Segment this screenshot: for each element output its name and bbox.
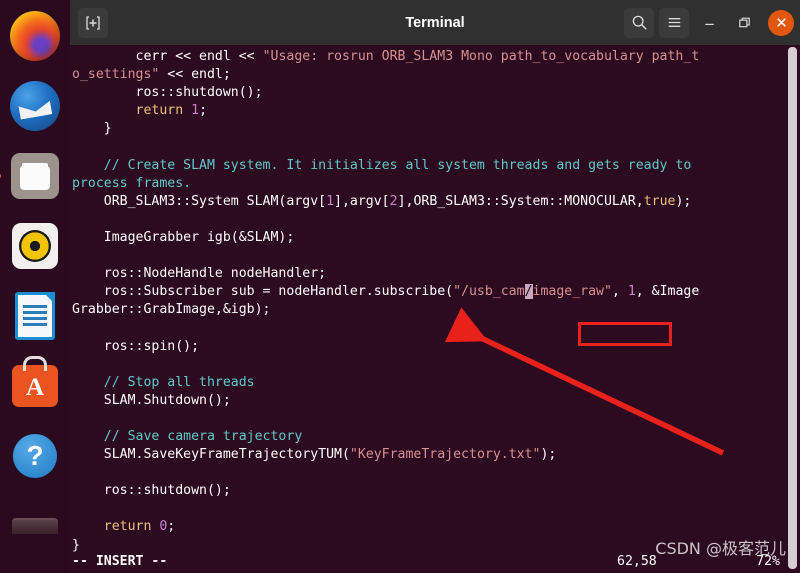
code-token: ImageGrabber igb(&SLAM); (103, 229, 295, 245)
code-token: 2 (389, 193, 398, 209)
code-token: ros::Subscriber sub = nodeHandler.subscr… (103, 284, 454, 300)
code-token: Grabber::GrabImage,&igb); (72, 302, 271, 318)
code-token: ],ORB_SLAM3::System::MONOCULAR, (397, 193, 644, 209)
maximize-button[interactable] (729, 8, 759, 38)
search-button[interactable] (624, 7, 654, 38)
code-token: ros::shutdown(); (135, 85, 263, 101)
hamburger-menu-icon (668, 18, 680, 27)
scrollbar-thumb[interactable] (788, 47, 797, 569)
minimize-icon (704, 23, 714, 25)
terminal-body[interactable]: cerr << endl << "Usage: rosrun ORB_SLAM3… (70, 45, 800, 573)
code-token: "KeyFrameTrajectory.txt" (349, 447, 541, 463)
dock-item-help[interactable]: ? (7, 428, 63, 484)
code-token: ros::shutdown(); (103, 483, 231, 499)
dock-item-files[interactable] (0, 148, 63, 204)
show-applications-button[interactable] (7, 568, 63, 573)
vim-code-buffer[interactable]: cerr << endl << "Usage: rosrun ORB_SLAM3… (72, 48, 800, 555)
vim-status-line: -- INSERT -- 62,58 72% (72, 553, 798, 573)
dock-item-thunderbird[interactable] (7, 78, 63, 134)
ubuntu-dock: A ? (0, 0, 70, 573)
help-icon: ? (13, 434, 57, 478)
firefox-icon (10, 11, 60, 61)
new-tab-icon (86, 15, 100, 30)
code-token: } (72, 537, 80, 553)
libreoffice-writer-icon (15, 292, 55, 340)
cursor-position: 62,58 (617, 554, 657, 569)
code-token: ; (167, 519, 176, 535)
code-token: SLAM.SaveKeyFrameTrajectoryTUM( (103, 447, 350, 463)
partial-app-icon (12, 518, 58, 534)
running-indicator-dot (0, 173, 1, 179)
code-token: 1 (627, 284, 636, 300)
code-token: ros::spin(); (103, 338, 200, 354)
search-icon (632, 15, 646, 30)
close-icon (776, 18, 786, 27)
code-token: ],argv[ (334, 193, 390, 209)
code-token: image_raw" (532, 284, 612, 300)
code-token: 1 (191, 103, 200, 119)
code-token: ORB_SLAM3::System SLAM(argv[ (103, 193, 327, 209)
titlebar-controls (624, 7, 794, 38)
dock-item-firefox[interactable] (7, 8, 63, 64)
code-token: } (103, 121, 112, 137)
terminal-titlebar: Terminal (70, 0, 800, 45)
menu-button[interactable] (659, 7, 689, 38)
ubuntu-software-icon: A (12, 365, 58, 407)
code-token: return (103, 519, 160, 535)
code-token: ); (675, 193, 692, 209)
code-token: process frames. (72, 175, 192, 191)
maximize-icon (738, 17, 750, 28)
dock-item-rhythmbox[interactable] (7, 218, 63, 274)
code-token: // Create SLAM system. It initializes al… (103, 157, 692, 173)
scroll-percent: 72% (756, 554, 780, 569)
code-token: ); (540, 447, 557, 463)
terminal-scrollbar[interactable] (787, 45, 798, 573)
code-token: / (524, 284, 533, 300)
desktop-screen: A ? Terminal cerr << endl << "Usage: ros… (0, 0, 800, 573)
code-token: SLAM.Shutdown(); (103, 392, 231, 408)
dock-item-libreoffice-writer[interactable] (7, 288, 63, 344)
code-token: ros::NodeHandle nodeHandler; (103, 266, 327, 282)
code-token: "/usb_cam (453, 284, 525, 300)
terminal-window: Terminal cerr << endl << "Usage: rosrun … (70, 0, 800, 573)
code-token: // Save camera trajectory (103, 428, 303, 444)
rhythmbox-icon (12, 223, 58, 269)
code-token: return (135, 103, 192, 119)
vim-mode-indicator: -- INSERT -- (72, 554, 168, 569)
code-token: true (643, 193, 676, 209)
new-tab-button[interactable] (78, 7, 108, 38)
close-button[interactable] (768, 9, 794, 36)
minimize-button[interactable] (694, 8, 724, 38)
code-token: 1 (326, 193, 335, 209)
code-token: << endl; (159, 67, 231, 83)
code-token: "Usage: rosrun ORB_SLAM3 Mono path_to_vo… (262, 49, 700, 64)
thunderbird-icon (10, 81, 60, 131)
code-token: , &Image (635, 284, 700, 300)
code-token: ; (199, 103, 208, 119)
code-token: cerr << endl << (135, 49, 263, 64)
files-icon (11, 153, 59, 199)
code-token: , (611, 284, 628, 300)
dock-item-ubuntu-software[interactable]: A (7, 358, 63, 414)
code-token: o_settings" (72, 67, 160, 83)
dock-item-partial[interactable] (7, 498, 63, 554)
code-token: // Stop all threads (103, 374, 255, 390)
